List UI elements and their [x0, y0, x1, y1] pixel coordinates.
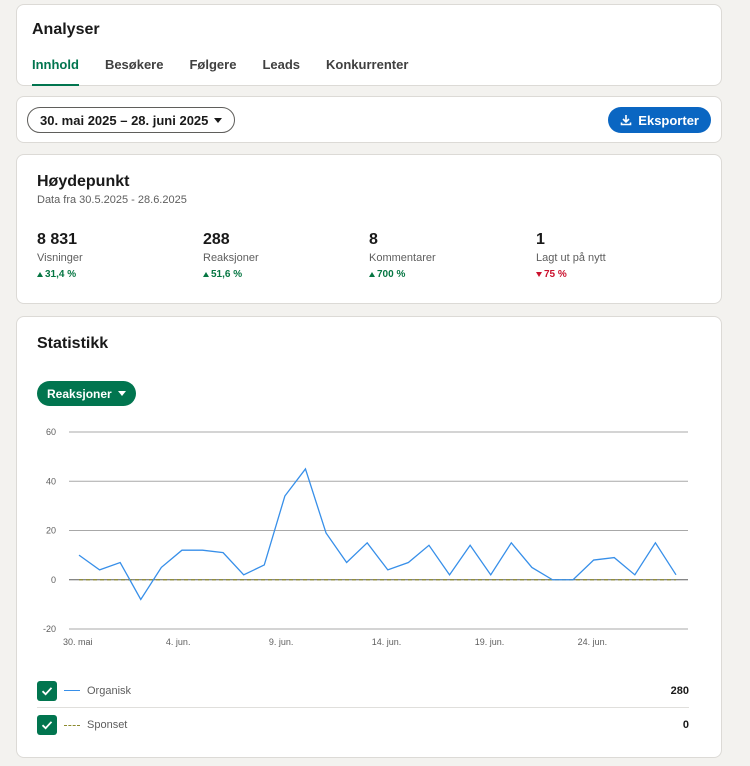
legend-row-sponsored: Sponset 0 [37, 708, 689, 742]
x-tick-label: 24. jun. [578, 637, 608, 647]
page-title: Analyser [32, 21, 100, 38]
export-button[interactable]: Eksporter [608, 107, 711, 133]
y-tick-label: 20 [46, 526, 56, 536]
tab-innhold[interactable]: Innhold [32, 57, 79, 86]
date-range-label: 30. mai 2025 – 28. juni 2025 [40, 112, 209, 128]
sponsored-checkbox[interactable] [37, 715, 57, 735]
tab-leads[interactable]: Leads [262, 57, 300, 86]
y-tick-label: 60 [46, 427, 56, 437]
legend-total: 280 [670, 684, 689, 697]
metric-change: 51,6 % [203, 269, 363, 280]
highlights-card: Høydepunkt Data fra 30.5.2025 - 28.6.202… [16, 154, 722, 304]
checkmark-icon [41, 721, 53, 730]
metric-change: 75 % [536, 269, 696, 280]
tab-besokere[interactable]: Besøkere [105, 57, 164, 86]
legend-row-organic: Organisk 280 [37, 674, 689, 708]
y-tick-label: -20 [43, 624, 56, 634]
metric-value: 288 [203, 231, 230, 248]
caret-down-icon [214, 117, 223, 123]
legend-line-solid [64, 690, 80, 691]
tab-bar: Innhold Besøkere Følgere Leads Konkurren… [32, 57, 434, 86]
metric-comments: 8 Kommentarer 700 % [369, 231, 529, 280]
triangle-up-icon [37, 272, 43, 277]
download-icon [620, 115, 632, 126]
x-tick-label: 30. mai [63, 637, 93, 647]
export-label: Eksporter [638, 112, 699, 128]
metric-change-value: 51,6 % [211, 269, 243, 280]
metric-value: 1 [536, 231, 545, 248]
triangle-up-icon [369, 272, 375, 277]
metric-value: 8 [369, 231, 378, 248]
caret-down-icon [117, 391, 126, 396]
metric-change: 700 % [369, 269, 529, 280]
metric-views: 8 831 Visninger 31,4 % [37, 231, 197, 280]
metric-value: 8 831 [37, 231, 78, 248]
metric-change-value: 31,4 % [45, 269, 77, 280]
y-tick-label: 0 [51, 575, 56, 585]
header-card: Analyser Innhold Besøkere Følgere Leads … [16, 4, 722, 86]
metric-reposts: 1 Lagt ut på nytt 75 % [536, 231, 696, 280]
metric-reactions: 288 Reaksjoner 51,6 % [203, 231, 363, 280]
metric-change-value: 75 % [544, 269, 567, 280]
highlights-subtitle: Data fra 30.5.2025 - 28.6.2025 [37, 194, 187, 206]
metric-selector-dropdown[interactable]: Reaksjoner [37, 381, 136, 406]
statistics-card: Statistikk Reaksjoner 60 40 20 0 -20 30. mai 4… [16, 316, 722, 758]
y-tick-label: 40 [46, 476, 56, 486]
metric-selector-label: Reaksjoner [47, 386, 112, 401]
statistics-title: Statistikk [37, 335, 109, 352]
triangle-up-icon [203, 272, 209, 277]
highlights-title: Høydepunkt [37, 173, 130, 190]
x-tick-label: 9. jun. [269, 637, 294, 647]
legend-name: Organisk [87, 684, 132, 697]
line-chart: 60 40 20 0 -20 30. mai 4. jun. 9. jun. 14. jun. 1… [43, 427, 688, 647]
x-tick-label: 14. jun. [372, 637, 402, 647]
metric-label: Reaksjoner [203, 252, 259, 264]
triangle-down-icon [536, 272, 542, 277]
date-range-dropdown[interactable]: 30. mai 2025 – 28. juni 2025 [27, 107, 236, 133]
legend-line-dashed [64, 724, 80, 726]
metric-change-value: 700 % [377, 269, 406, 280]
checkmark-icon [41, 686, 53, 695]
metric-change: 31,4 % [37, 269, 197, 280]
tab-folgere[interactable]: Følgere [189, 57, 236, 86]
x-tick-label: 4. jun. [166, 637, 191, 647]
metric-label: Visninger [37, 252, 83, 264]
legend-name: Sponset [87, 719, 128, 731]
organic-checkbox[interactable] [37, 680, 57, 701]
tab-konkurrenter[interactable]: Konkurrenter [326, 57, 408, 86]
metric-label: Kommentarer [369, 252, 436, 264]
legend-total: 0 [682, 719, 689, 731]
metric-label: Lagt ut på nytt [536, 252, 606, 264]
x-tick-label: 19. jun. [475, 637, 505, 647]
toolbar-card: 30. mai 2025 – 28. juni 2025 Eksporter [16, 96, 722, 143]
